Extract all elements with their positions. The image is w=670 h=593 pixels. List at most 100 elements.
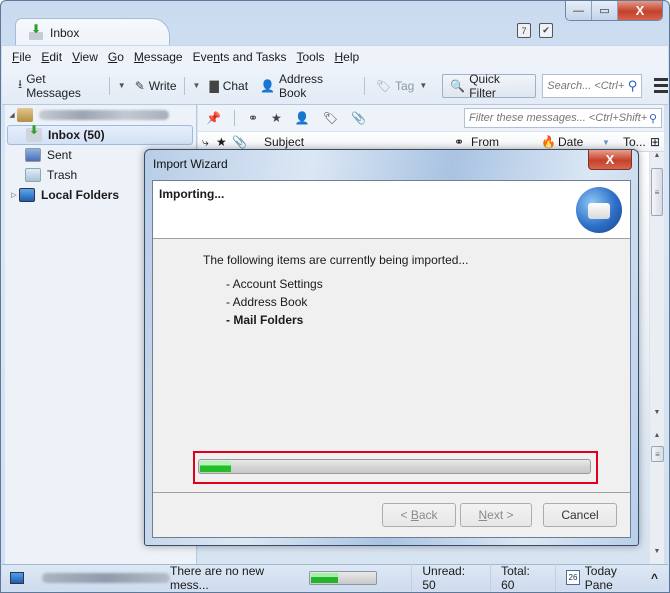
- dialog-content: Importing... The following items are cur…: [152, 180, 631, 538]
- scroll-up-arrow[interactable]: ▲: [650, 432, 664, 446]
- account-email-redacted: [41, 572, 171, 583]
- search-icon: ⚲: [648, 112, 657, 125]
- column-picker-icon[interactable]: ⊞: [650, 135, 660, 149]
- tag-icon[interactable]: 🏷: [323, 111, 338, 125]
- person-icon: 👤: [260, 78, 275, 93]
- address-book-label: Address Book: [279, 71, 324, 100]
- address-book-button[interactable]: 👤 Address Book: [256, 71, 356, 100]
- menu-view[interactable]: View: [72, 50, 98, 64]
- dialog-heading: Importing...: [159, 187, 225, 201]
- today-pane-toggle[interactable]: 26 Today Pane ^: [555, 563, 668, 592]
- back-button[interactable]: < Back: [382, 503, 456, 527]
- scroll-up-arrow[interactable]: ▲: [650, 152, 664, 166]
- cancel-button[interactable]: Cancel: [543, 503, 617, 527]
- star-column-icon[interactable]: ★: [216, 135, 227, 149]
- search-input[interactable]: Search... <Ctrl+ ⚲: [542, 73, 643, 98]
- chat-button[interactable]: ▇ Chat: [205, 74, 252, 98]
- import-item-current: - Mail Folders: [226, 313, 304, 327]
- chat-bubble-icon: ▇: [209, 78, 219, 93]
- scroll-down-arrow[interactable]: ▼: [650, 548, 664, 562]
- main-toolbar: ⭳ Get Messages ▼ ✎ Write ▼ ▇ Chat 👤 Addr…: [2, 67, 669, 105]
- folder-label: Local Folders: [41, 188, 120, 202]
- import-item: - Address Book: [226, 295, 308, 309]
- contact-icon[interactable]: 👤: [295, 111, 310, 125]
- write-dropdown[interactable]: ▼: [188, 81, 206, 90]
- hamburger-line: [654, 90, 669, 93]
- quick-filter-label: Quick Filter: [469, 71, 500, 100]
- total-count: Total: 60: [490, 563, 555, 592]
- import-wizard-dialog: Import Wizard X Importing... The followi…: [144, 149, 639, 546]
- attachment-column-icon[interactable]: 📎: [232, 135, 247, 149]
- filter-messages-input[interactable]: Filter these messages... <Ctrl+Shift+ ⚲: [464, 108, 662, 128]
- scroll-thumb[interactable]: ≡: [651, 168, 663, 216]
- get-messages-dropdown[interactable]: ▼: [113, 81, 131, 90]
- menu-tools[interactable]: Tools: [296, 50, 324, 64]
- unread-count: Unread: 50: [411, 563, 490, 592]
- import-items: - Account Settings - Address Book - Mail…: [203, 277, 468, 331]
- menu-message[interactable]: Message: [134, 50, 183, 64]
- inbox-icon: [26, 123, 42, 142]
- scroll-down-arrow[interactable]: ▼: [650, 409, 664, 423]
- pencil-icon: ✎: [134, 78, 145, 93]
- calendar-icon[interactable]: 7: [517, 23, 531, 38]
- expand-triangle-icon[interactable]: ◢: [7, 111, 17, 119]
- maximize-button[interactable]: ▭: [592, 1, 618, 20]
- column-date[interactable]: Date: [558, 135, 583, 149]
- inbox-icon: [28, 22, 44, 40]
- account-icon: [17, 108, 33, 122]
- minimize-button[interactable]: —: [566, 1, 592, 20]
- calendar-icon: 26: [566, 570, 580, 585]
- tag-button[interactable]: 🏷 Tag ▼: [372, 74, 437, 98]
- app-menu-button[interactable]: [654, 78, 669, 93]
- star-icon[interactable]: ★: [271, 111, 282, 125]
- import-item: - Account Settings: [226, 277, 323, 291]
- folder-label: Inbox (50): [48, 128, 105, 142]
- trash-icon: [25, 168, 41, 182]
- divider: [153, 492, 630, 493]
- write-button[interactable]: ✎ Write: [131, 74, 181, 98]
- folder-label: Trash: [47, 168, 78, 182]
- scroll-thumb[interactable]: ≡: [651, 446, 664, 462]
- write-label: Write: [148, 78, 177, 93]
- computer-icon: [19, 188, 35, 202]
- menu-edit[interactable]: Edit: [41, 50, 62, 64]
- expand-triangle-icon[interactable]: ▷: [9, 191, 19, 199]
- tag-icon: 🏷: [375, 78, 391, 93]
- junk-column-icon[interactable]: 🔥: [541, 135, 556, 149]
- tab-title: Inbox: [50, 25, 80, 40]
- tab-inbox[interactable]: Inbox: [15, 18, 170, 46]
- chevron-up-icon: ^: [650, 570, 658, 585]
- column-subject[interactable]: Subject: [264, 135, 304, 149]
- divider: [233, 110, 235, 126]
- status-bar: There are no new mess... Unread: 50 Tota…: [2, 563, 668, 592]
- column-to[interactable]: To...: [623, 135, 646, 149]
- read-column-icon[interactable]: ⚭: [454, 135, 464, 149]
- folder-account[interactable]: ◢: [5, 105, 196, 125]
- unread-filter-icon[interactable]: ⚭: [248, 111, 258, 125]
- filter-placeholder: Filter these messages... <Ctrl+Shift+: [469, 112, 648, 124]
- import-progress-bar: [198, 459, 591, 474]
- folder-inbox[interactable]: Inbox (50): [7, 123, 193, 145]
- dialog-title: Import Wizard: [153, 157, 228, 171]
- tasks-icon[interactable]: ✔: [539, 23, 553, 38]
- menu-go[interactable]: Go: [108, 50, 124, 64]
- hamburger-line: [654, 84, 669, 87]
- menu-file[interactable]: File: [12, 50, 31, 64]
- menu-help[interactable]: Help: [334, 50, 359, 64]
- close-window-button[interactable]: X: [618, 1, 662, 20]
- search-placeholder: Search... <Ctrl+: [547, 79, 625, 92]
- pin-icon[interactable]: 📌: [206, 111, 221, 125]
- get-messages-button[interactable]: ⭳ Get Messages: [14, 72, 106, 100]
- menu-events-and-tasks[interactable]: Events and Tasks: [193, 50, 287, 64]
- column-from[interactable]: From: [471, 135, 499, 149]
- quick-filter-button[interactable]: 🔍 Quick Filter: [442, 71, 537, 100]
- thread-column-icon[interactable]: ⤷: [202, 135, 209, 150]
- quick-filter-bar: 📌 ⚭ ★ 👤 🏷 📎 Filter these messages... <Ct…: [198, 105, 664, 131]
- attachment-icon[interactable]: 📎: [351, 111, 366, 125]
- next-button[interactable]: Next >: [460, 503, 532, 527]
- dialog-close-button[interactable]: X: [588, 150, 632, 170]
- calendar-task-buttons: 7 ✔: [517, 23, 553, 38]
- network-status-icon[interactable]: [10, 571, 24, 584]
- message-list-scrollbar[interactable]: ▲ ≡ ▼ ▲ ≡ ▼: [649, 152, 664, 564]
- progress-fill: [200, 461, 232, 472]
